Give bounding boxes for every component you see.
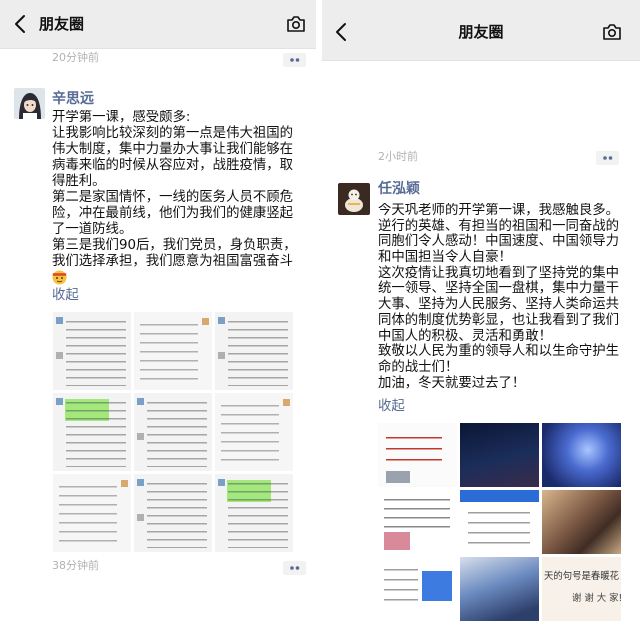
text-line: 了一道防线。: [52, 222, 133, 237]
camera-icon[interactable]: [286, 15, 306, 33]
author-name[interactable]: 任泓颖: [378, 181, 420, 197]
avatar-photo: [338, 183, 370, 215]
camera-icon[interactable]: [602, 23, 622, 41]
text-line: 加油，冬天就要过去了！: [378, 375, 526, 391]
more-actions-button[interactable]: [283, 560, 306, 575]
image-thumbnail[interactable]: [134, 393, 212, 471]
image-caption: 天的句号是春暖花: [544, 571, 620, 582]
previous-post-timestamp: 20分钟前: [52, 51, 99, 64]
text-line: 大事、坚持为人民服务、坚持人类命运共: [378, 297, 620, 313]
image-grid: 天的句号是春暖花 谢 谢 大 家!: [378, 423, 621, 621]
image-thumbnail[interactable]: [460, 557, 539, 621]
post-text: 今天巩老师的开学第一课，我感触良多。 逆行的英雄、有担当的祖国和一同奋战的 同胞…: [378, 203, 636, 391]
text-line: 我们选择承担，我们愿意为祖国富强奋斗: [52, 254, 294, 269]
previous-post-timestamp: 2小时前: [378, 150, 418, 163]
image-thumbnail[interactable]: [378, 557, 457, 621]
text-line: 得胜利。: [52, 174, 106, 189]
text-line: 险，冲在最前线，他们为我们的健康竖起: [52, 206, 294, 221]
text-line: 统一领导、坚持全国一盘棋，集中力量干: [378, 281, 620, 297]
text-line: 命的战士们！: [378, 359, 459, 375]
more-actions-button[interactable]: [596, 150, 619, 165]
text-line: 病毒来临的时候从容应对，战胜疫情，取: [52, 158, 294, 173]
left-moments-screen: 朋友圈 20分钟前 辛思远 开学第一课，感受颇多: 让我影响比较深刻的第一点是伟…: [0, 0, 316, 640]
collapse-link[interactable]: 收起: [52, 288, 79, 304]
two-dots-icon: [596, 151, 619, 165]
avatar-illustration-girl: [14, 88, 45, 119]
image-caption: 谢 谢 大 家!: [572, 593, 621, 604]
nav-header: 朋友圈: [0, 0, 316, 49]
post-text: 开学第一课，感受颇多: 让我影响比较深刻的第一点是伟大祖国的 伟大制度，集中力量…: [52, 110, 312, 286]
text-line: 让我影响比较深刻的第一点是伟大祖国的: [52, 126, 294, 141]
image-thumbnail[interactable]: [460, 423, 539, 487]
text-line: 逆行的英雄、有担当的祖国和一同奋战的: [378, 218, 620, 234]
text-line: 开学第一课，感受颇多:: [52, 110, 191, 125]
text-line: 中国人的积极、灵活和勇敢！: [378, 328, 553, 344]
post-timestamp: 38分钟前: [52, 559, 99, 572]
page-title: 朋友圈: [39, 15, 85, 33]
more-actions-button[interactable]: [283, 52, 306, 67]
chevron-left-icon[interactable]: [14, 14, 26, 34]
avatar[interactable]: [338, 183, 370, 215]
text-line: 第三是我们90后，我们党员，身负职责，: [52, 238, 297, 253]
image-thumbnail[interactable]: [460, 490, 539, 554]
text-line: 今天巩老师的开学第一课，我感触良多。: [378, 203, 620, 218]
image-thumbnail[interactable]: [53, 393, 131, 471]
text-line: 伟大制度，集中力量办大事让我们能够在: [52, 142, 294, 157]
image-thumbnail[interactable]: [53, 312, 131, 390]
text-line: 这次疫情让我真切地看到了坚持党的集中: [378, 265, 620, 281]
image-thumbnail[interactable]: [53, 474, 131, 552]
avatar[interactable]: [14, 88, 45, 119]
image-thumbnail[interactable]: [215, 474, 293, 552]
image-grid: [53, 312, 293, 552]
text-line: 第二是家国情怀，一线的医务人员不顾危: [52, 190, 294, 205]
collapse-link[interactable]: 收起: [378, 399, 405, 415]
image-thumbnail[interactable]: [542, 423, 621, 487]
page-title: 朋友圈: [458, 23, 504, 41]
text-line: 同体的制度优势彰显，也让我看到了我们: [378, 312, 620, 328]
emoji-line: [52, 270, 312, 286]
image-thumbnail[interactable]: [134, 474, 212, 552]
author-name[interactable]: 辛思远: [52, 91, 94, 107]
image-thumbnail[interactable]: [542, 490, 621, 554]
image-thumbnail[interactable]: 天的句号是春暖花 谢 谢 大 家!: [542, 557, 621, 621]
two-dots-icon: [283, 53, 306, 67]
two-dots-icon: [283, 561, 306, 575]
text-line: 和中国担当令人自豪！: [378, 250, 512, 266]
fendou-emoji-icon: [52, 270, 67, 285]
text-line: 同胞们令人感动！中国速度、中国领导力: [378, 234, 620, 250]
image-thumbnail[interactable]: [215, 312, 293, 390]
image-thumbnail[interactable]: [378, 490, 457, 554]
right-moments-screen: 朋友圈 2小时前 任泓颖 今天巩老师的开学第一课，我感触良多。 逆行的英雄、有担…: [322, 0, 640, 640]
image-thumbnail[interactable]: [134, 312, 212, 390]
nav-header: 朋友圈: [322, 0, 640, 61]
text-line: 致敬以人民为重的领导人和以生命守护生: [378, 344, 620, 360]
image-thumbnail[interactable]: [378, 423, 457, 487]
image-thumbnail[interactable]: [215, 393, 293, 471]
